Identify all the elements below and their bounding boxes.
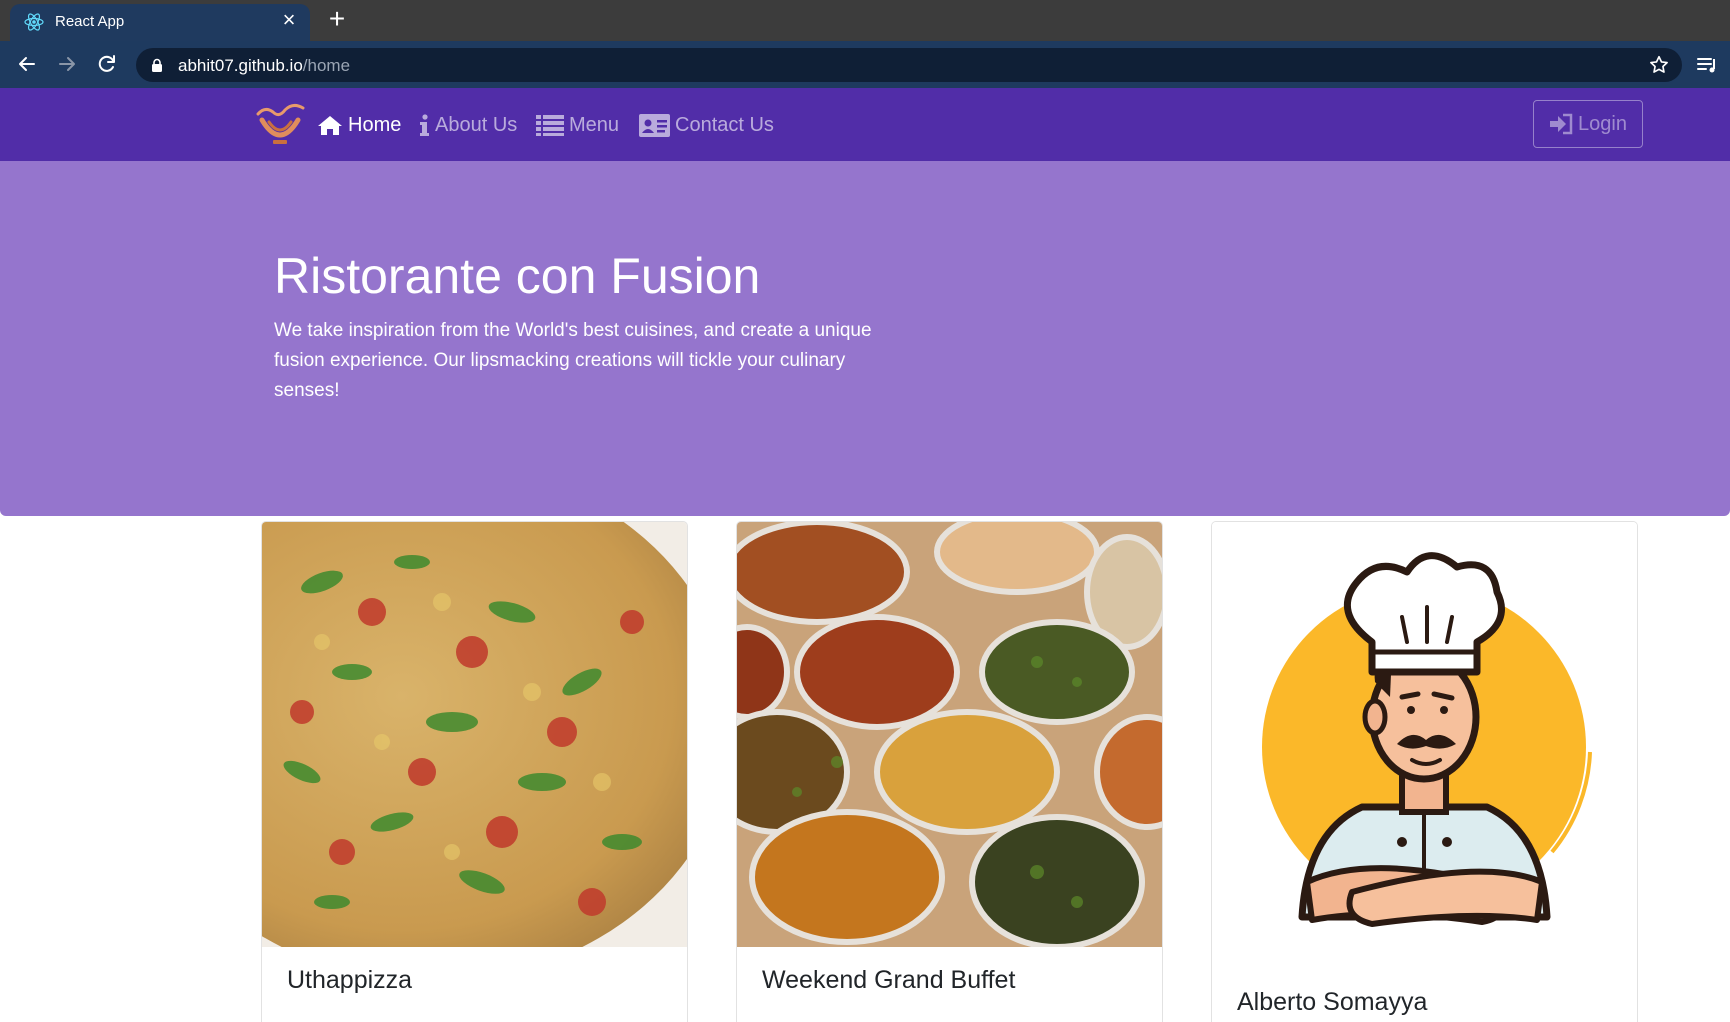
nav-label-about: About Us xyxy=(435,113,518,136)
nav-item-menu[interactable]: Menu xyxy=(536,110,619,140)
new-tab-plus-icon[interactable]: + xyxy=(324,4,350,34)
nav-item-about[interactable]: About Us xyxy=(419,110,517,140)
browser-toolbar: abhit07.github.io/home xyxy=(0,41,1730,88)
sign-in-icon xyxy=(1550,113,1573,135)
chef-illustration xyxy=(1212,522,1637,947)
card-uthappizza[interactable]: Uthappizza xyxy=(261,521,688,1022)
page-title: Ristorante con Fusion xyxy=(274,248,761,304)
media-queue-icon[interactable] xyxy=(1695,53,1719,77)
card-weekend-grand-buffet[interactable]: Weekend Grand Buffet xyxy=(736,521,1163,1022)
nav-item-home[interactable]: Home xyxy=(317,110,401,140)
nav-label-home: Home xyxy=(348,113,402,136)
browser-tabstrip: React App × + xyxy=(0,0,1730,41)
browser-tab[interactable]: React App × xyxy=(10,4,310,41)
address-card-icon xyxy=(639,113,670,137)
nav-label-menu: Menu xyxy=(569,113,620,136)
bookmark-star-icon[interactable] xyxy=(1648,54,1670,76)
jumbotron-description: We take inspiration from the World's bes… xyxy=(274,320,872,401)
close-tab-icon[interactable]: × xyxy=(278,8,300,32)
nav-item-contact[interactable]: Contact Us xyxy=(639,110,774,140)
url-host: abhit07.github.io xyxy=(178,56,303,75)
info-icon xyxy=(420,114,429,136)
list-icon xyxy=(536,115,564,136)
lock-icon xyxy=(152,58,162,72)
url-path: /home xyxy=(302,56,351,75)
card-title-alberto-somayya: Alberto Somayya xyxy=(1237,988,1428,1016)
card-alberto-somayya[interactable]: Alberto Somayya xyxy=(1211,521,1638,1022)
site-navbar: Home About Us Menu Contact Us Login xyxy=(0,88,1730,161)
address-bar[interactable]: abhit07.github.io/home xyxy=(136,48,1682,82)
login-label: Login xyxy=(1578,112,1627,135)
tab-title: React App xyxy=(55,13,125,30)
buffet-photo xyxy=(737,522,1162,947)
pizza-photo xyxy=(262,522,687,947)
jumbotron: Ristorante con Fusion We take inspiratio… xyxy=(0,161,1730,516)
card-title-uthappizza: Uthappizza xyxy=(287,966,413,994)
home-icon xyxy=(318,116,342,135)
restaurant-logo-icon[interactable] xyxy=(255,102,305,148)
url-text: abhit07.github.io/home xyxy=(178,56,350,76)
login-button[interactable]: Login xyxy=(1533,100,1643,148)
card-title-weekend-grand-buffet: Weekend Grand Buffet xyxy=(762,966,1016,994)
forward-arrow-icon[interactable] xyxy=(54,51,80,77)
back-arrow-icon[interactable] xyxy=(14,51,40,77)
react-atom-icon xyxy=(24,13,44,31)
nav-label-contact: Contact Us xyxy=(675,113,774,136)
reload-icon[interactable] xyxy=(94,51,120,77)
